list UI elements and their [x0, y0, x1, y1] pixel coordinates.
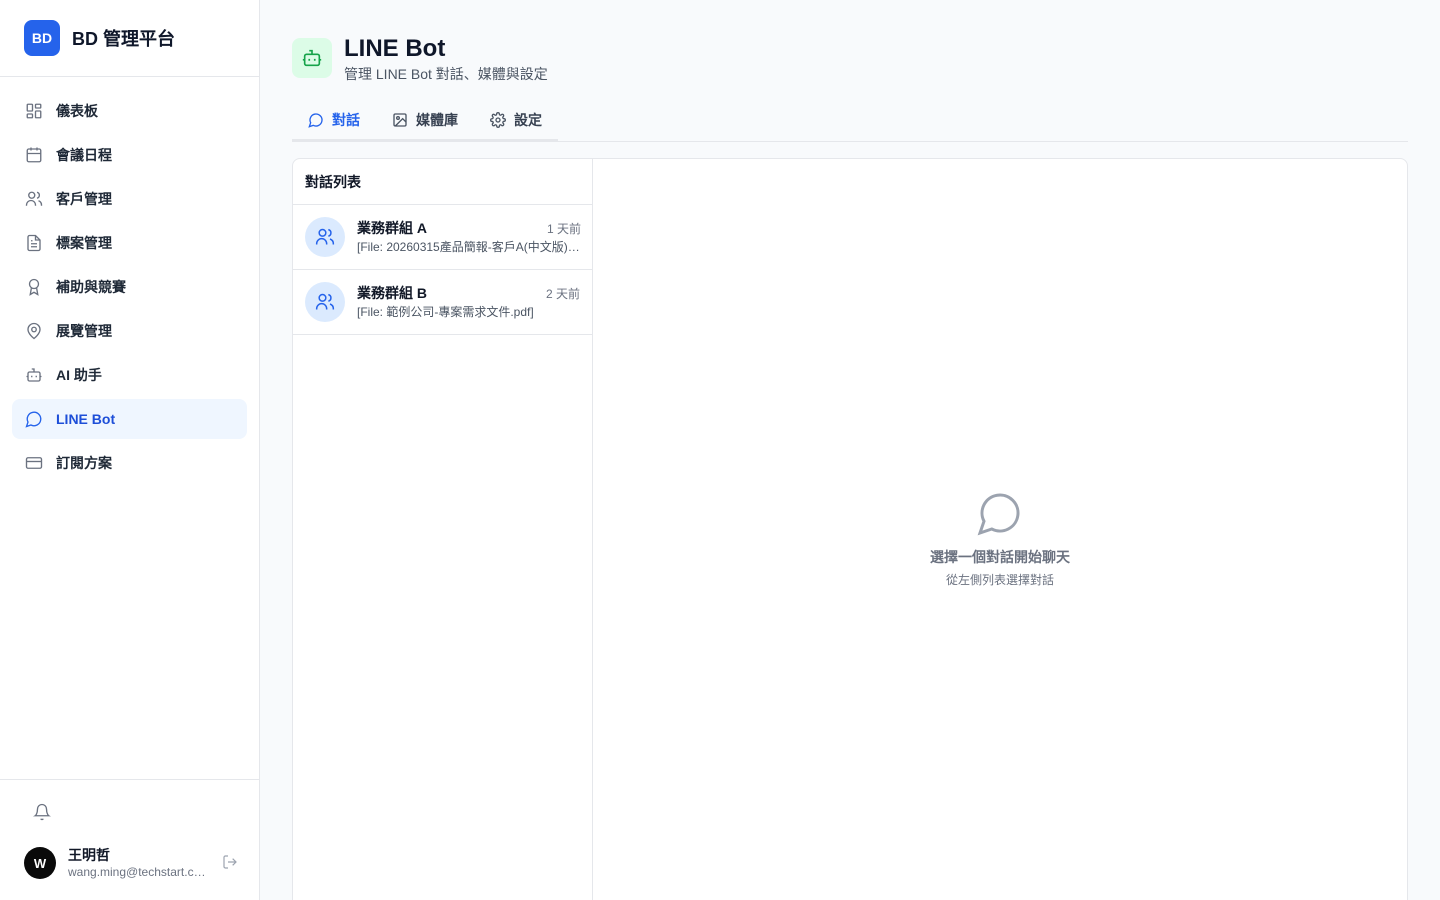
conversation-preview: [File: 20260315產品簡報-客戶A(中文版).pdf] [357, 240, 581, 254]
image-icon [392, 112, 408, 128]
logout-icon[interactable] [220, 852, 240, 872]
tab-conversations[interactable]: 對話 [292, 98, 376, 141]
sidebar-item-label: 儀表板 [56, 103, 98, 119]
sidebar-item-dashboard[interactable]: 儀表板 [12, 91, 247, 131]
chat-area: 選擇一個對話開始聊天 從左側列表選擇對話 [593, 159, 1407, 900]
header-text: LINE Bot 管理 LINE Bot 對話、媒體與設定 [344, 36, 548, 86]
conversation-panel: 對話列表 業務群組 A 1 天前 [File: 20260315產品簡報-客戶A… [292, 158, 1408, 900]
conversation-list-heading: 對話列表 [293, 159, 592, 205]
bell-icon[interactable] [30, 800, 54, 824]
sidebar-item-label: 補助與競賽 [56, 279, 126, 295]
tabs: 對話 媒體庫 設定 [292, 98, 558, 141]
tab-label: 設定 [514, 111, 542, 128]
main-content: LINE Bot 管理 LINE Bot 對話、媒體與設定 對話 媒體庫 設定 … [260, 0, 1440, 900]
sidebar-item-exhibitions[interactable]: 展覽管理 [12, 311, 247, 351]
sidebar-item-line-bot[interactable]: LINE Bot [12, 399, 247, 439]
tab-label: 媒體庫 [416, 111, 458, 128]
conversation-time: 1 天前 [546, 222, 581, 236]
bot-icon [292, 38, 332, 78]
user-name: 王明哲 [68, 847, 110, 863]
sidebar-item-customers[interactable]: 客戶管理 [12, 179, 247, 219]
sidebar-item-calendar[interactable]: 會議日程 [12, 135, 247, 175]
user-info: 王明哲 wang.ming@techstart.com [68, 846, 206, 880]
users-icon [24, 189, 44, 209]
sidebar-item-label: AI 助手 [56, 367, 102, 383]
gear-icon [490, 111, 506, 128]
sidebar-item-grants[interactable]: 補助與競賽 [12, 267, 247, 307]
credit-card-icon [24, 453, 44, 473]
tab-settings[interactable]: 設定 [474, 98, 558, 141]
sidebar-item-tenders[interactable]: 標案管理 [12, 223, 247, 263]
map-pin-icon [24, 321, 44, 341]
group-users-icon [305, 282, 345, 322]
sidebar-item-label: LINE Bot [56, 411, 116, 427]
sidebar-item-label: 會議日程 [56, 147, 112, 163]
calendar-icon [24, 145, 44, 165]
sidebar-footer: W 王明哲 wang.ming@techstart.com [0, 779, 259, 900]
sidebar-item-label: 標案管理 [56, 235, 112, 251]
sidebar-nav: 儀表板 會議日程 客戶管理 標案管理 補助與競賽 展覽管理 AI 助手 LINE… [0, 77, 259, 501]
message-circle-icon [24, 409, 44, 429]
tab-label: 對話 [332, 111, 360, 128]
brand: BD BD 管理平台 [0, 0, 259, 77]
brand-name: BD 管理平台 [72, 29, 175, 49]
message-circle-icon [308, 112, 324, 128]
user-profile[interactable]: W 王明哲 wang.ming@techstart.com [24, 846, 244, 880]
tab-bar: 對話 媒體庫 設定 [292, 98, 1408, 142]
sidebar-item-label: 展覽管理 [56, 323, 112, 339]
sidebar-item-ai-assistant[interactable]: AI 助手 [12, 355, 247, 395]
conversation-list: 對話列表 業務群組 A 1 天前 [File: 20260315產品簡報-客戶A… [293, 159, 593, 900]
group-users-icon [305, 217, 345, 257]
conversation-body: 業務群組 B 2 天前 [File: 範例公司-專案需求文件.pdf] [357, 283, 580, 321]
tab-media-library[interactable]: 媒體庫 [376, 98, 474, 141]
conversation-item[interactable]: 業務群組 B 2 天前 [File: 範例公司-專案需求文件.pdf] [293, 270, 592, 335]
avatar: W [24, 847, 56, 879]
brand-logo: BD [24, 20, 60, 56]
conversation-item[interactable]: 業務群組 A 1 天前 [File: 20260315產品簡報-客戶A(中文版)… [293, 205, 592, 270]
user-email: wang.ming@techstart.com [68, 865, 206, 879]
page-subtitle: 管理 LINE Bot 對話、媒體與設定 [344, 66, 548, 82]
empty-state-subtitle: 從左側列表選擇對話 [945, 573, 1054, 587]
message-circle-icon [976, 489, 1024, 537]
sidebar-item-label: 客戶管理 [56, 191, 112, 207]
bot-icon [24, 365, 44, 385]
sidebar: BD BD 管理平台 儀表板 會議日程 客戶管理 標案管理 補助與競賽 展覽管理… [0, 0, 260, 900]
page-title: LINE Bot [344, 35, 446, 62]
conversation-name: 業務群組 A [357, 220, 427, 236]
page-header: LINE Bot 管理 LINE Bot 對話、媒體與設定 [292, 36, 548, 86]
empty-state-title: 選擇一個對話開始聊天 [930, 549, 1070, 565]
conversation-preview: [File: 範例公司-專案需求文件.pdf] [357, 305, 534, 319]
award-icon [24, 277, 44, 297]
sidebar-item-label: 訂閱方案 [56, 455, 112, 471]
empty-state: 選擇一個對話開始聊天 從左側列表選擇對話 [593, 489, 1407, 588]
conversation-time: 2 天前 [545, 287, 580, 301]
sidebar-item-subscription[interactable]: 訂閱方案 [12, 443, 247, 483]
conversation-body: 業務群組 A 1 天前 [File: 20260315產品簡報-客戶A(中文版)… [357, 218, 581, 256]
dashboard-icon [24, 101, 44, 121]
conversation-name: 業務群組 B [357, 285, 427, 301]
document-icon [24, 233, 44, 253]
